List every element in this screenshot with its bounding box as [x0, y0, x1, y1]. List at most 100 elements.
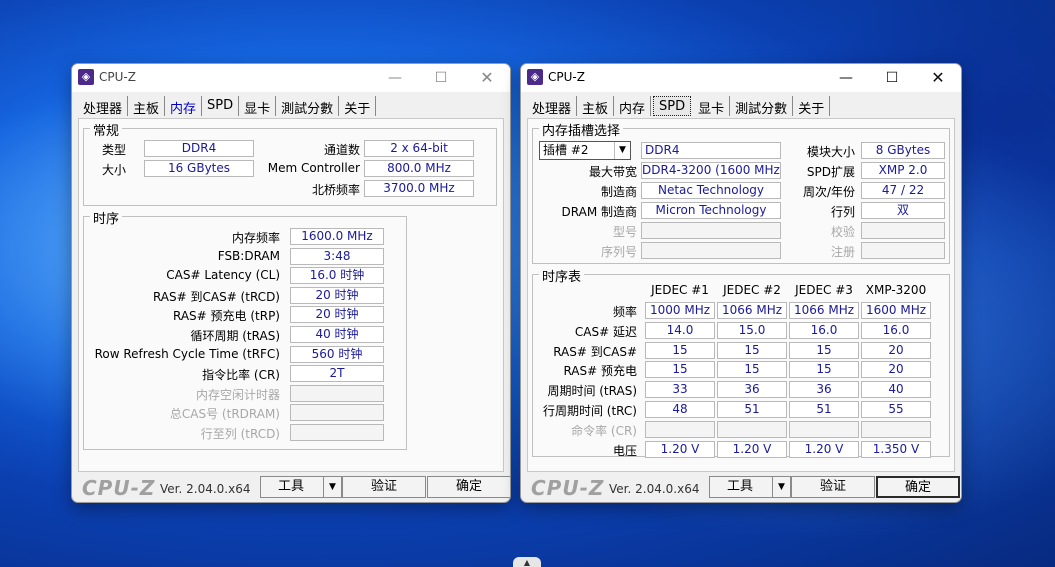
slot-dropdown[interactable]: 插槽 #2 ▼ [539, 141, 631, 160]
col-head-jedec2: JEDEC #2 [723, 283, 781, 297]
spd-ext-label: SPD扩展 [806, 165, 855, 179]
tab-cpu[interactable]: 处理器 [527, 96, 578, 117]
tab-spd[interactable]: SPD [653, 96, 692, 116]
tab-memory[interactable]: 内存 [165, 96, 203, 117]
maximize-icon[interactable]: ☐ [869, 64, 915, 92]
serial-value [641, 242, 781, 259]
size-value: 16 GBytes [144, 160, 254, 177]
tools-dropdown-icon[interactable]: ▼ [323, 477, 341, 497]
tab-cpu[interactable]: 处理器 [78, 96, 129, 117]
timing-table-cell: 15 [717, 361, 787, 379]
timing-value [290, 424, 384, 441]
tab-mainboard[interactable]: 主板 [577, 96, 615, 117]
part-number-value [641, 222, 781, 239]
minimize-icon[interactable]: — [372, 64, 418, 92]
timing-table-row-label: 电压 [612, 443, 637, 458]
general-group: 常规 类型 DDR4 大小 16 GBytes 通道数 2 x 64-bit M… [83, 120, 497, 206]
tab-graphics[interactable]: 显卡 [693, 96, 731, 117]
channels-label: 通道数 [323, 143, 360, 157]
timing-label: 行至列 (tRCD) [200, 427, 280, 441]
timing-table-cell: 15 [645, 341, 715, 359]
tab-about[interactable]: 关于 [339, 96, 377, 117]
timing-label: 内存频率 [231, 231, 280, 245]
close-icon[interactable]: ✕ [464, 64, 510, 92]
timing-value: 16.0 时钟 [290, 267, 384, 285]
cpuz-brand-logo: CPU-Z [82, 476, 156, 500]
timing-table-row-label: 频率 [612, 305, 637, 319]
tools-label: 工具 [278, 479, 305, 494]
maximize-icon[interactable]: ☐ [418, 64, 464, 92]
timing-table-cell: 36 [717, 381, 787, 399]
close-icon[interactable]: ✕ [915, 64, 961, 92]
cpuz-window-memory: ◈ CPU-Z — ☐ ✕ 处理器 主板 内存 SPD 显卡 測試分數 关于 常… [71, 63, 511, 503]
timing-table-cell: 16.0 [861, 321, 931, 339]
tab-bar: 处理器 主板 内存 SPD 显卡 測試分數 关于 [527, 96, 831, 118]
timing-value: 20 时钟 [290, 306, 384, 324]
timing-table-cell: 20 [861, 341, 931, 359]
timing-table-cell: 1000 MHz [645, 302, 715, 319]
bottom-bar: CPU-Z Ver. 2.04.0.x64 工具 ▼ 验证 确定 [521, 472, 961, 502]
timing-value [290, 404, 384, 422]
tab-bench[interactable]: 測試分數 [276, 96, 340, 117]
memctrl-value: 800.0 MHz [364, 160, 474, 177]
minimize-icon[interactable]: — [823, 64, 869, 92]
timing-table-row-label: 周期时间 (tRAS) [547, 384, 637, 399]
correction-label: 校验 [830, 225, 855, 239]
tab-spd[interactable]: SPD [202, 96, 240, 116]
tab-mainboard[interactable]: 主板 [128, 96, 166, 117]
timing-table-cell: 51 [789, 401, 859, 418]
chevron-up-icon[interactable]: ▲ [513, 557, 541, 567]
ok-button[interactable]: 确定 [876, 476, 960, 498]
tab-bench[interactable]: 測試分數 [730, 96, 794, 117]
timings-group: 时序 内存频率 1600.0 MHz FSB:DRAM 3:48 CAS# Latenc… [83, 208, 407, 450]
timing-table-cell: 1600 MHz [861, 302, 931, 319]
tab-bar: 处理器 主板 内存 SPD 显卡 測試分數 关于 [78, 96, 377, 118]
timing-table-cell: 16.0 [789, 321, 859, 339]
window-title: CPU-Z [99, 70, 136, 84]
tools-button[interactable]: 工具 ▼ [709, 476, 791, 498]
tab-about[interactable]: 关于 [793, 96, 831, 117]
timing-value: 40 时钟 [290, 326, 384, 343]
timing-label: RAS# 到CAS# (tRCD) [152, 289, 280, 304]
timing-table-cell: 15 [789, 341, 859, 359]
timing-table-row-label: RAS# 预充电 [563, 364, 637, 379]
cpuz-brand-logo: CPU-Z [531, 476, 605, 500]
title-bar[interactable]: ◈ CPU-Z — ☐ ✕ [72, 64, 510, 92]
ok-button[interactable]: 确定 [427, 476, 510, 498]
col-head-jedec3: JEDEC #3 [795, 283, 853, 297]
timing-label: CAS# Latency (CL) [166, 268, 280, 283]
validate-button[interactable]: 验证 [791, 476, 875, 498]
timing-table-cell: 48 [645, 401, 715, 418]
slot-value: 插槽 #2 [543, 143, 589, 157]
module-size-value: 8 GBytes [861, 142, 945, 159]
dram-maker-value: Micron Technology [641, 202, 781, 219]
timing-label: FSB:DRAM [217, 248, 280, 263]
timing-table-row-label: 命令率 (CR) [571, 423, 637, 438]
timing-value: 3:48 [290, 247, 384, 265]
timing-label: 内存空闲计时器 [195, 387, 280, 402]
tab-graphics[interactable]: 显卡 [239, 96, 277, 117]
nb-freq-label: 北桥频率 [311, 183, 360, 197]
timing-table-cell: 1066 MHz [717, 302, 787, 319]
tab-memory[interactable]: 内存 [614, 96, 652, 117]
timing-table-cell: 36 [789, 381, 859, 399]
tools-dropdown-icon[interactable]: ▼ [772, 477, 790, 497]
nb-freq-value: 3700.0 MHz [364, 180, 474, 197]
timing-table-row-label: CAS# 延迟 [574, 324, 637, 339]
registered-label: 注册 [830, 245, 855, 259]
tools-button[interactable]: 工具 ▼ [260, 476, 342, 498]
title-bar[interactable]: ◈ CPU-Z — ☐ ✕ [521, 64, 961, 92]
timing-table-cell [861, 420, 931, 438]
slot-legend: 内存插槽选择 [539, 120, 624, 139]
week-year-label: 周次/年份 [802, 185, 855, 199]
timing-label: 循环周期 (tRAS) [190, 329, 280, 343]
timing-table-cell [717, 420, 787, 438]
timing-table-row-label: RAS# 到CAS# [553, 344, 637, 359]
timing-value: 20 时钟 [290, 286, 384, 304]
col-head-xmp: XMP-3200 [865, 283, 927, 297]
timing-table-cell: 15 [645, 361, 715, 379]
cpuz-window-spd: ◈ CPU-Z — ☐ ✕ 处理器 主板 内存 SPD 显卡 測試分數 关于 内… [520, 63, 962, 503]
ranks-value: 双 [861, 202, 945, 219]
validate-button[interactable]: 验证 [342, 476, 426, 498]
ranks-label: 行列 [830, 205, 855, 219]
